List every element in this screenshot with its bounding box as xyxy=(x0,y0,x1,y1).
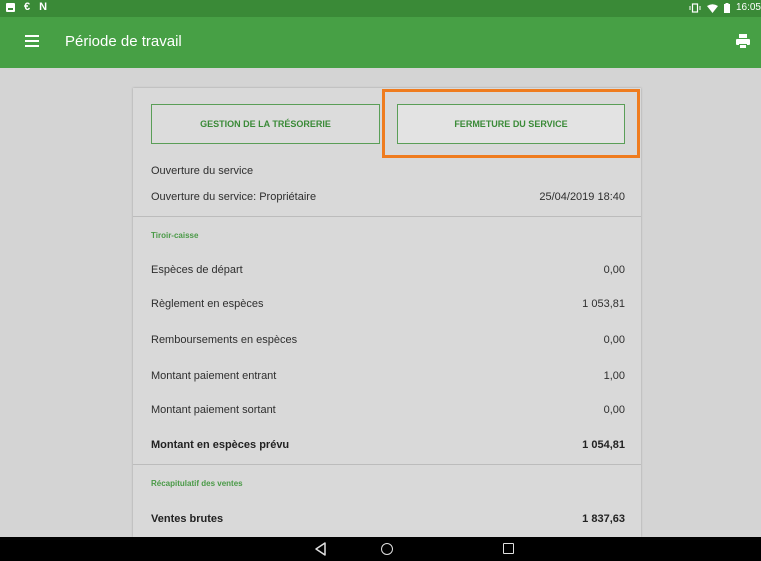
status-bar-right: 16:05 xyxy=(689,2,761,14)
row-value: 0,00 xyxy=(603,404,625,416)
cash-drawer-row: Montant paiement sortant 0,00 xyxy=(151,404,625,416)
page-title: Période de travail xyxy=(65,33,182,50)
row-label: Montant paiement entrant xyxy=(151,370,277,382)
print-icon[interactable] xyxy=(736,34,750,50)
work-period-card: GESTION DE LA TRÉSORERIE FERMETURE DU SE… xyxy=(133,88,641,537)
total-value: 1 054,81 xyxy=(582,439,625,451)
cash-drawer-header: Tiroir-caisse xyxy=(151,231,199,240)
row-value: 0,00 xyxy=(603,264,625,276)
opening-owner-label: Ouverture du service: Propriétaire xyxy=(151,191,317,203)
close-service-button[interactable]: FERMETURE DU SERVICE xyxy=(397,104,625,144)
menu-icon[interactable] xyxy=(25,35,39,49)
status-time: 16:05 xyxy=(735,2,761,13)
row-label: Règlement en espèces xyxy=(151,298,264,310)
row-value: 1 053,81 xyxy=(582,298,625,310)
sales-summary-header: Récapitulatif des ventes xyxy=(151,479,243,488)
row-value: 0,00 xyxy=(603,334,625,346)
n-icon: N xyxy=(39,1,48,13)
total-label: Montant en espèces prévu xyxy=(151,439,290,451)
recent-apps-icon[interactable] xyxy=(503,543,514,554)
navigation-bar xyxy=(0,537,761,561)
cash-drawer-row: Remboursements en espèces 0,00 xyxy=(151,334,625,346)
gross-sales-value: 1 837,63 xyxy=(582,513,625,525)
opening-title: Ouverture du service xyxy=(151,165,254,177)
cash-drawer-total-row: Montant en espèces prévu 1 054,81 xyxy=(151,439,625,451)
cash-drawer-row: Règlement en espèces 1 053,81 xyxy=(151,298,625,310)
euro-icon: € xyxy=(24,1,31,13)
status-bar: € N 16:05 xyxy=(0,0,761,17)
vibrate-icon xyxy=(689,3,701,13)
divider xyxy=(133,216,641,217)
gross-sales-row: Ventes brutes 1 837,63 xyxy=(151,513,625,525)
row-label: Montant paiement sortant xyxy=(151,404,276,416)
row-value: 1,00 xyxy=(603,370,625,382)
status-bar-left: € N xyxy=(6,2,47,13)
cash-drawer-row: Montant paiement entrant 1,00 xyxy=(151,370,625,382)
cash-management-button[interactable]: GESTION DE LA TRÉSORERIE xyxy=(151,104,380,144)
back-icon[interactable] xyxy=(313,541,329,557)
row-label: Remboursements en espèces xyxy=(151,334,298,346)
divider xyxy=(133,464,641,465)
battery-icon xyxy=(723,3,730,13)
home-icon[interactable] xyxy=(381,543,393,555)
opening-owner-date: 25/04/2019 18:40 xyxy=(539,191,625,203)
wifi-icon xyxy=(706,3,718,13)
cash-drawer-row: Espèces de départ 0,00 xyxy=(151,264,625,276)
image-icon xyxy=(6,3,15,12)
gross-sales-label: Ventes brutes xyxy=(151,513,224,525)
row-label: Espèces de départ xyxy=(151,264,243,276)
opening-owner-row: Ouverture du service: Propriétaire 25/04… xyxy=(151,191,625,203)
app-bar: Période de travail xyxy=(0,17,761,68)
